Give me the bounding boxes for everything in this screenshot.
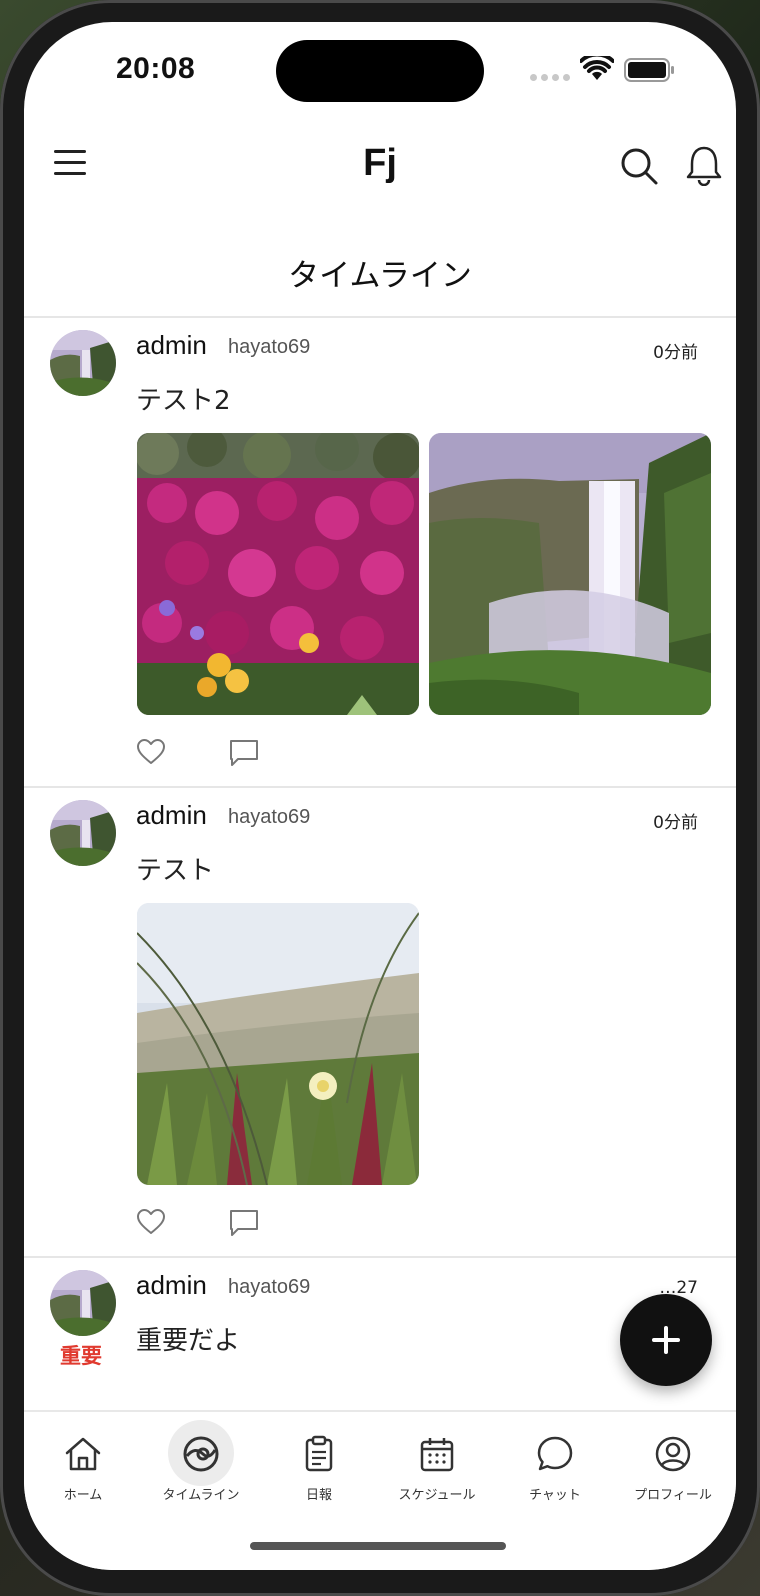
avatar[interactable] [50, 800, 116, 866]
post-username[interactable]: admin [136, 800, 207, 831]
post-image-beach-plant[interactable] [137, 903, 419, 1185]
battery-icon [624, 58, 674, 82]
post-handle: hayato69 [228, 806, 311, 828]
tab-home[interactable]: ホーム [24, 1412, 142, 1512]
tab-label: スケジュール [398, 1488, 476, 1503]
tab-chat[interactable]: チャット [496, 1412, 614, 1512]
post-username[interactable]: admin [136, 330, 207, 361]
tab-schedule[interactable]: スケジュール [378, 1412, 496, 1512]
bell-icon[interactable] [684, 144, 724, 186]
post-image-flowers[interactable] [137, 433, 419, 715]
tab-label: ホーム [63, 1488, 103, 1503]
wifi-icon [580, 56, 614, 80]
important-badge: 重要 [60, 1344, 102, 1368]
tab-timeline[interactable]: タイムライン [142, 1412, 260, 1512]
tab-daily-report[interactable]: 日報 [260, 1412, 378, 1512]
timeline-post: admin hayato69 0分前 テスト2 [24, 318, 736, 788]
status-time: 20:08 [116, 52, 196, 85]
like-heart-icon[interactable] [136, 1208, 166, 1236]
chat-icon [537, 1436, 573, 1471]
timeline-icon [183, 1436, 219, 1472]
home-icon [65, 1437, 101, 1471]
calendar-icon [420, 1438, 454, 1472]
post-text: テスト [136, 856, 215, 886]
avatar[interactable] [50, 330, 116, 396]
post-image-waterfall[interactable] [429, 433, 711, 715]
post-handle: hayato69 [228, 336, 311, 358]
post-username[interactable]: admin [136, 1270, 207, 1301]
new-post-button[interactable] [620, 1294, 712, 1386]
comment-icon[interactable] [229, 1208, 259, 1238]
tab-label: プロフィール [634, 1488, 712, 1503]
post-time: 0分前 [653, 343, 698, 363]
dynamic-island [276, 40, 484, 102]
tab-label: 日報 [305, 1488, 332, 1503]
comment-icon[interactable] [229, 738, 259, 768]
post-text: テスト2 [136, 386, 231, 416]
post-text: 重要だよ [136, 1326, 241, 1356]
search-icon[interactable] [619, 146, 659, 186]
tab-label: チャット [529, 1488, 581, 1503]
clipboard-icon [305, 1435, 333, 1472]
app-screen: 20:08 Fj タイムライン admin hayato69 0分前 テスト2 … [24, 22, 736, 1570]
post-time: 0分前 [653, 813, 698, 833]
home-indicator[interactable] [250, 1542, 506, 1550]
tab-label: タイムライン [162, 1488, 240, 1503]
avatar[interactable] [50, 1270, 116, 1336]
cellular-signal-icon [530, 74, 570, 81]
tab-profile[interactable]: プロフィール [614, 1412, 732, 1512]
post-handle: hayato69 [228, 1276, 311, 1298]
page-title: タイムライン [288, 258, 472, 294]
profile-icon [655, 1436, 691, 1472]
timeline-post: admin hayato69 0分前 テスト [24, 788, 736, 1258]
like-heart-icon[interactable] [136, 738, 166, 766]
